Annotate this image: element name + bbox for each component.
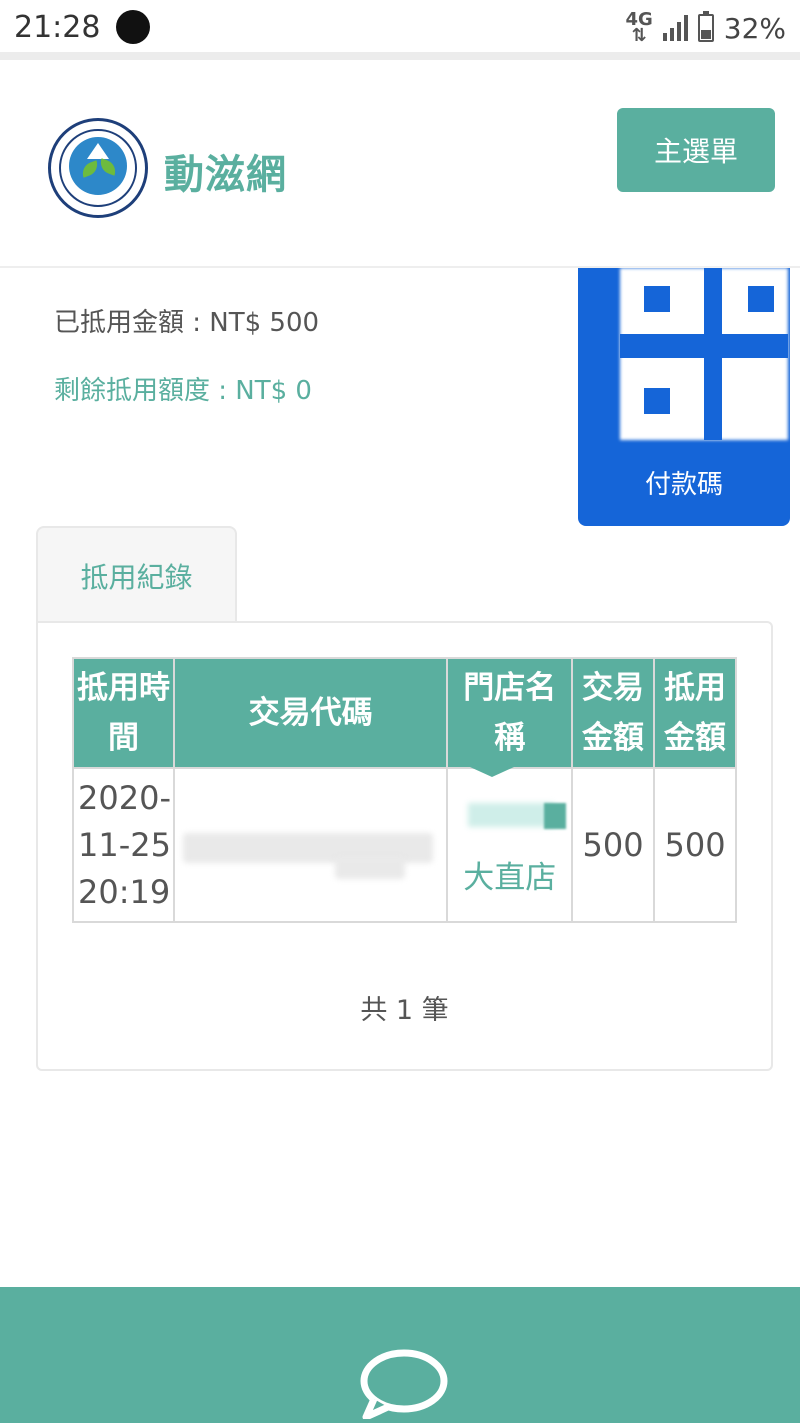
brand-name[interactable]: 動滋網: [164, 142, 287, 200]
cell-used: 500: [653, 767, 737, 923]
table-row: 2020-11-25 20:19 大直店 500 500: [72, 767, 737, 923]
battery-level: 32%: [723, 11, 786, 45]
site-header: 動滋網 主選單: [0, 60, 800, 268]
store-name: 大直店: [463, 860, 557, 896]
header-amount: 交易金額: [571, 657, 656, 769]
cell-store: 大直店: [446, 767, 574, 923]
remaining-amount: 剩餘抵用額度 : NT$ 0: [54, 376, 312, 406]
site-footer: [0, 1287, 800, 1423]
notification-dot-icon: [116, 10, 150, 44]
cell-amount: 500: [571, 767, 656, 923]
ministry-of-education-logo-icon[interactable]: [48, 118, 148, 218]
header-used: 抵用金額: [653, 657, 737, 769]
signal-strength-icon: [662, 15, 688, 41]
payment-code-label: 付款碼: [644, 470, 723, 500]
status-time: 21:28: [14, 10, 101, 45]
cell-code: [172, 767, 449, 923]
status-bar: 21:28 4G ⇅ 32%: [0, 0, 800, 60]
chat-bubble-icon[interactable]: [358, 1349, 448, 1419]
status-indicators: 4G ⇅ 32%: [625, 10, 786, 46]
used-amount: 已抵用金額 : NT$ 500: [54, 308, 320, 338]
header-store: 門店名稱: [446, 657, 574, 769]
payment-code-button[interactable]: 付款碼: [578, 268, 790, 526]
table-header-row: 抵用時間 交易代碼 門店名稱 交易金額 抵用金額: [72, 657, 737, 769]
battery-icon: [697, 11, 714, 42]
network-type-icon: 4G ⇅: [625, 9, 653, 46]
total-count: 共 1 筆: [360, 995, 449, 1026]
header-code: 交易代碼: [172, 657, 449, 769]
cell-time: 2020-11-25 20:19: [72, 767, 175, 923]
status-divider: [0, 52, 800, 60]
main-menu-button[interactable]: 主選單: [617, 108, 775, 192]
redacted-store-prefix: [468, 803, 555, 827]
records-table: 抵用時間 交易代碼 門店名稱 交易金額 抵用金額 2020-11-25 20:1…: [72, 657, 737, 923]
header-time: 抵用時間: [72, 657, 175, 769]
tab-redemption-records[interactable]: 抵用紀錄: [36, 526, 237, 624]
